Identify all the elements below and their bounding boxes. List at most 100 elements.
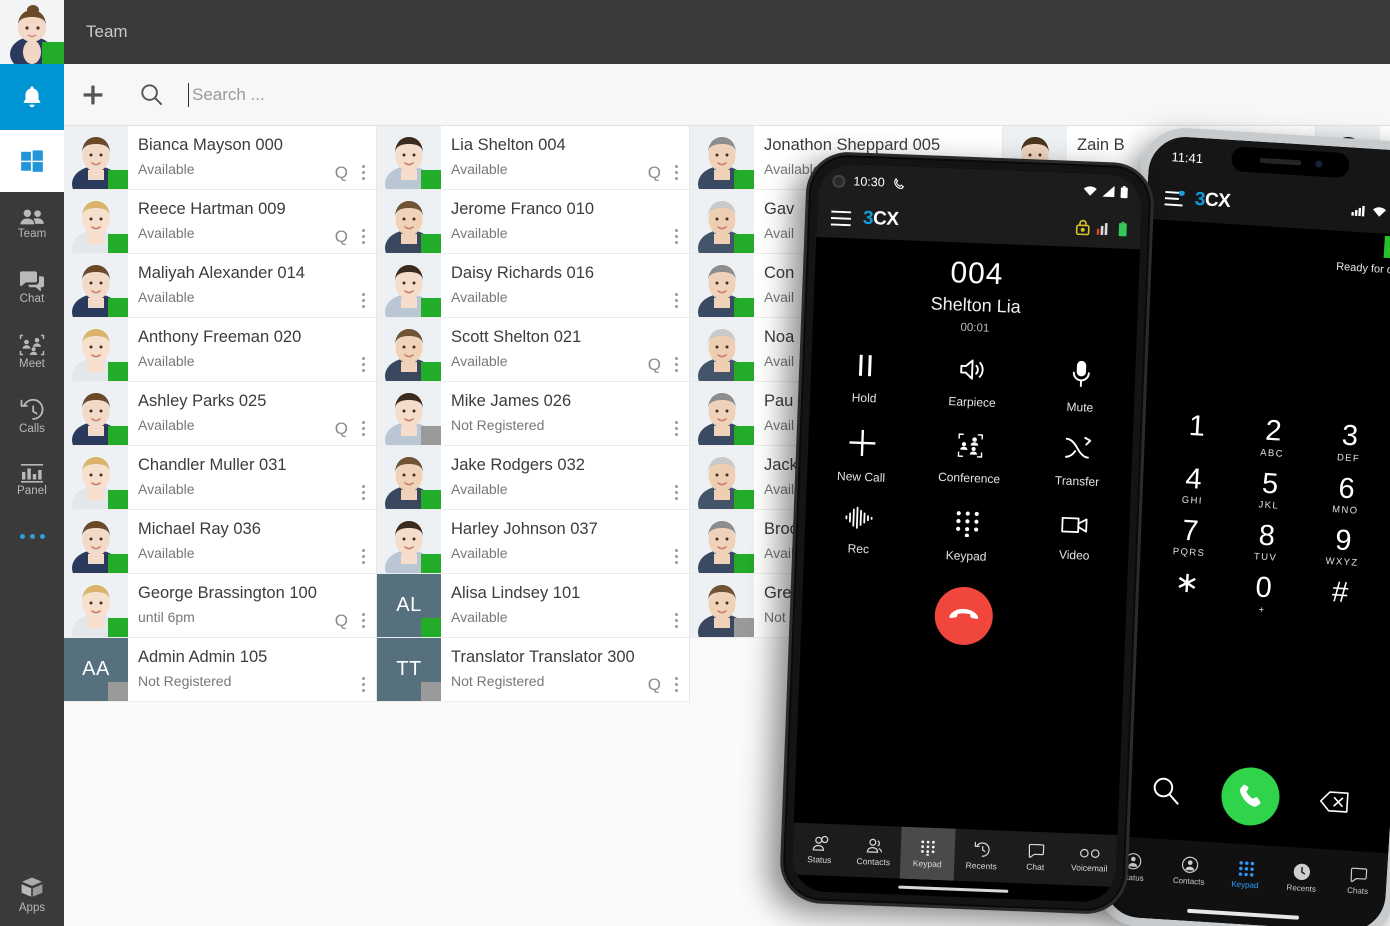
contact-info: Michael Ray 036 Available xyxy=(128,510,376,573)
contact-menu-button[interactable] xyxy=(667,226,685,246)
hamburger-menu-icon[interactable] xyxy=(830,210,852,226)
queue-icon[interactable]: Q xyxy=(332,228,351,245)
contact-menu-button[interactable] xyxy=(354,674,372,694)
sidebar-item-more[interactable] xyxy=(0,512,64,560)
contact-cell[interactable]: Mike James 026 Not Registered xyxy=(377,382,690,446)
android-nav-voicemail[interactable]: Voicemail xyxy=(1062,833,1118,887)
call-action-transfer[interactable]: Transfer xyxy=(1023,434,1133,494)
ios-nav-recents[interactable]: Recents xyxy=(1272,846,1332,909)
queue-icon[interactable]: Q xyxy=(645,676,664,693)
apps-box-icon xyxy=(21,877,43,897)
sidebar-item-panel[interactable]: Panel xyxy=(0,448,64,512)
end-call-button[interactable] xyxy=(933,585,994,647)
dialpad-key-1[interactable]: 1 xyxy=(1157,409,1236,456)
android-nav-status[interactable]: Status xyxy=(792,823,848,877)
dialpad-key-2[interactable]: 2 ABC xyxy=(1233,414,1312,461)
contact-menu-button[interactable] xyxy=(667,674,685,694)
contact-cell[interactable]: Daisy Richards 016 Available xyxy=(377,254,690,318)
contact-cell[interactable]: Maliyah Alexander 014 Available xyxy=(64,254,377,318)
contact-cell[interactable]: Lia Shelton 004 Available Q xyxy=(377,126,690,190)
call-action-rec[interactable]: Rec xyxy=(804,504,914,561)
search-button[interactable] xyxy=(122,64,180,126)
contact-menu-button[interactable] xyxy=(354,354,372,374)
contact-status: Not Registered xyxy=(138,673,232,689)
contact-menu-button[interactable] xyxy=(667,162,685,182)
contact-menu-button[interactable] xyxy=(667,546,685,566)
contact-menu-button[interactable] xyxy=(354,418,372,438)
queue-icon[interactable]: Q xyxy=(645,356,664,373)
sidebar-item-calls[interactable]: Calls xyxy=(0,384,64,448)
android-nav-keypad[interactable]: Keypad xyxy=(899,826,956,881)
contact-actions xyxy=(667,610,685,630)
call-action-conference[interactable]: Conference xyxy=(915,430,1025,490)
contact-cell[interactable]: AL Alisa Lindsey 101 Available xyxy=(377,574,690,638)
queue-icon[interactable]: Q xyxy=(332,612,351,629)
nav-label: Status xyxy=(807,853,832,865)
avatar xyxy=(690,574,754,637)
ios-nav-chats[interactable]: Chats xyxy=(1328,850,1388,913)
dialpad-key-6[interactable]: 6 MNO xyxy=(1307,471,1386,518)
contact-menu-button[interactable] xyxy=(667,482,685,502)
contact-cell[interactable]: Michael Ray 036 Available xyxy=(64,510,377,574)
contact-cell[interactable]: Ashley Parks 025 Available Q xyxy=(64,382,377,446)
current-user-avatar[interactable] xyxy=(0,0,64,64)
contact-menu-button[interactable] xyxy=(354,162,372,182)
contact-menu-button[interactable] xyxy=(667,610,685,630)
contact-cell[interactable]: Anthony Freeman 020 Available xyxy=(64,318,377,382)
contact-menu-button[interactable] xyxy=(354,546,372,566)
queue-icon[interactable]: Q xyxy=(332,420,351,437)
contact-cell[interactable]: Jerome Franco 010 Available xyxy=(377,190,690,254)
add-contact-button[interactable] xyxy=(64,64,122,126)
contact-menu-button[interactable] xyxy=(354,290,372,310)
contact-cell[interactable]: Chandler Muller 031 Available xyxy=(64,446,377,510)
contact-menu-button[interactable] xyxy=(667,354,685,374)
call-action-video[interactable]: Video xyxy=(1020,512,1130,569)
contact-cell[interactable]: Jake Rodgers 032 Available xyxy=(377,446,690,510)
contact-cell[interactable]: Reece Hartman 009 Available Q xyxy=(64,190,377,254)
sidebar-item-chat[interactable]: Chat xyxy=(0,256,64,320)
ios-nav-keypad[interactable]: Keypad xyxy=(1216,843,1276,906)
dialpad-key-7[interactable]: 7 PQRS xyxy=(1150,514,1229,561)
sidebar-item-windows[interactable] xyxy=(0,130,64,192)
queue-icon[interactable]: Q xyxy=(645,164,664,181)
search-input[interactable] xyxy=(188,84,1270,105)
contact-cell[interactable]: AA Admin Admin 105 Not Registered xyxy=(64,638,377,702)
call-action-hold[interactable]: Hold xyxy=(810,350,920,408)
search-icon[interactable] xyxy=(1151,775,1183,807)
contact-cell[interactable]: TT Translator Translator 300 Not Registe… xyxy=(377,638,690,702)
dial-call-button[interactable] xyxy=(1219,765,1282,828)
dialpad-key-9[interactable]: 9 WXYZ xyxy=(1303,523,1382,570)
contact-menu-button[interactable] xyxy=(667,418,685,438)
call-action-new-call[interactable]: New Call xyxy=(807,426,917,486)
contact-cell[interactable]: Scott Shelton 021 Available Q xyxy=(377,318,690,382)
android-nav-chat[interactable]: Chat xyxy=(1008,831,1064,885)
call-action-keypad[interactable]: Keypad xyxy=(912,508,1022,565)
dialpad-key-3[interactable]: 3 DEF xyxy=(1310,419,1389,466)
dialpad-key-hash[interactable]: # xyxy=(1300,576,1379,623)
android-nav-recents[interactable]: Recents xyxy=(954,829,1010,883)
hamburger-menu-icon[interactable] xyxy=(1164,189,1187,207)
ios-nav-contacts[interactable]: Contacts xyxy=(1159,839,1219,902)
dialpad-key-8[interactable]: 8 TUV xyxy=(1227,519,1306,566)
dialpad-key-0[interactable]: 0 + xyxy=(1224,571,1303,618)
dialpad-key-star[interactable]: ∗ xyxy=(1147,566,1226,613)
sidebar-item-notifications[interactable] xyxy=(0,64,64,130)
android-nav-contacts[interactable]: Contacts xyxy=(846,825,902,879)
contact-cell[interactable]: Harley Johnson 037 Available xyxy=(377,510,690,574)
contact-menu-button[interactable] xyxy=(354,482,372,502)
contact-menu-button[interactable] xyxy=(354,226,372,246)
dialpad-key-5[interactable]: 5 JKL xyxy=(1230,466,1309,513)
dialpad-key-4[interactable]: 4 GHI xyxy=(1154,461,1233,508)
contact-cell[interactable]: Bianca Mayson 000 Available Q xyxy=(64,126,377,190)
sidebar-item-meet[interactable]: Meet xyxy=(0,320,64,384)
contact-cell[interactable]: George Brassington 100 until 6pm Q xyxy=(64,574,377,638)
call-action-earpiece[interactable]: Earpiece xyxy=(918,354,1028,412)
contact-menu-button[interactable] xyxy=(354,610,372,630)
contact-menu-button[interactable] xyxy=(667,290,685,310)
call-action-mute[interactable]: Mute xyxy=(1026,358,1136,416)
contact-actions xyxy=(354,290,372,310)
sidebar-item-team[interactable]: Team xyxy=(0,192,64,256)
queue-icon[interactable]: Q xyxy=(332,164,351,181)
sidebar-item-apps[interactable]: Apps xyxy=(0,875,64,914)
backspace-icon[interactable] xyxy=(1319,790,1350,814)
